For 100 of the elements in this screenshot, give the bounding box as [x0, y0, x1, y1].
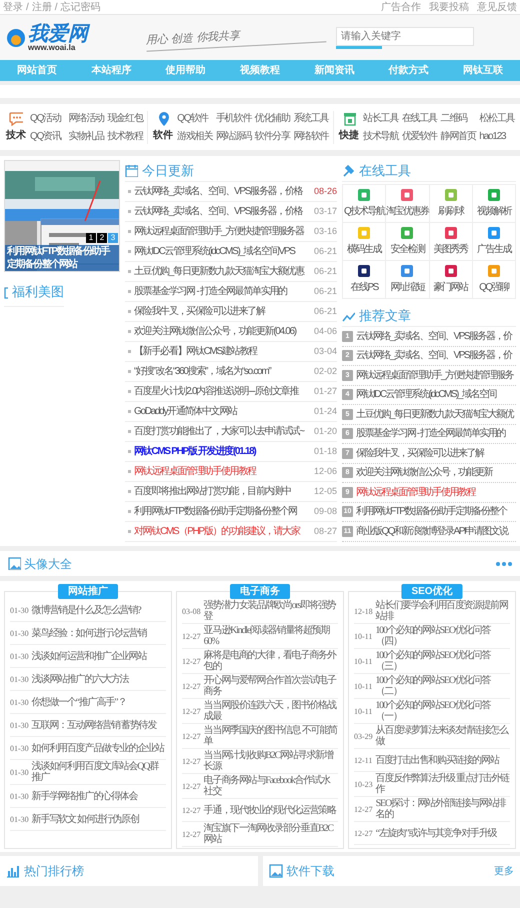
- category-link[interactable]: 优化辅助: [254, 110, 290, 126]
- article-link[interactable]: 网钛IDC云管理系统(idcCMS)_域名空间: [356, 387, 496, 402]
- search-field[interactable]: 请输入关键字: [336, 26, 474, 46]
- news-link[interactable]: 百度星火计划2.0内容推送说明---原创文章推: [134, 384, 312, 399]
- article-link[interactable]: 麻将是电商的大律，看电子商务外包的: [204, 650, 338, 672]
- article-link[interactable]: 100个必知的网站SEO优化问答（二）: [375, 675, 510, 697]
- article-link[interactable]: 百度反作弊算法升级 重点打击外链作: [376, 773, 510, 795]
- article-link[interactable]: 强势潜力女装品牌欧尚ors即将强势登: [204, 600, 338, 622]
- article-link[interactable]: 欢迎关注网钛微信公众号，功能更新: [356, 465, 492, 480]
- article-link[interactable]: 土豆优购_每日更新数九款天猫淘宝大额优: [356, 406, 514, 422]
- article-link[interactable]: 网钛远程桌面管理助手_方便快捷管理服务: [356, 368, 514, 383]
- news-link[interactable]: 保险我牛叉，买保险可以进来了解: [134, 304, 312, 319]
- article-link[interactable]: 亚马逊Kindle阅读器销量将超预期60%: [204, 625, 338, 647]
- news-link[interactable]: 百度即将推出网站打赏功能，目前内测中: [134, 484, 312, 499]
- article-link[interactable]: 你想做一个“推广高手”？: [32, 696, 126, 708]
- article-link[interactable]: 保险我牛叉，买保险可以进来了解: [356, 446, 484, 461]
- article-link[interactable]: 从百度绿萝算法来谈友情链接怎么做: [376, 725, 510, 747]
- slide-page-button[interactable]: 2: [97, 233, 107, 243]
- tool-tile[interactable]: 在线PS: [343, 261, 386, 299]
- tool-tile[interactable]: 淘宝优惠券: [386, 185, 430, 223]
- article-link[interactable]: “左旋肉”或许与其竞争对手升级: [376, 828, 497, 838]
- news-link[interactable]: 网钛远程桌面管理助手使用教程: [134, 464, 312, 479]
- category-link[interactable]: 优爱软件: [402, 128, 437, 144]
- tool-tile[interactable]: 广告生成: [472, 223, 516, 261]
- article-link[interactable]: 微博营销是什么及怎么营销?: [32, 604, 141, 616]
- category-link[interactable]: 网络活动: [68, 110, 104, 126]
- category-link[interactable]: 游戏相关: [177, 128, 212, 144]
- article-link[interactable]: 云钛网络_卖域名、空间、VPS服务器，价: [356, 348, 512, 364]
- article-link[interactable]: 商业版QQ和新浪微博登录API申请图文说: [356, 524, 508, 539]
- article-link[interactable]: 手通，现代牧业的现代化运营策略: [204, 804, 336, 816]
- article-link[interactable]: 新手学网络推广的心得体会: [32, 790, 138, 802]
- news-link[interactable]: 云钛网络_卖域名、空间、VPS服务器，价格: [134, 204, 312, 219]
- article-link[interactable]: 利用网钛FTP数据备份助手定期备份整个: [356, 504, 506, 520]
- category-link[interactable]: 网站源码: [216, 128, 251, 144]
- article-link[interactable]: 淘宝旗下一淘网收录部分垂直B2C网站: [204, 823, 338, 845]
- category-link[interactable]: hao123: [479, 128, 514, 144]
- category-link[interactable]: 系统工具: [293, 110, 328, 126]
- article-link[interactable]: 新手写软文 如何进行伪原创: [32, 814, 139, 824]
- news-link[interactable]: GoDaddy开通简体中文网站: [134, 404, 312, 419]
- article-link[interactable]: 100个必知的网站SEO优化问答（三）: [375, 650, 510, 672]
- article-link[interactable]: 当当网股价连跌六天，图书价格战成最: [204, 700, 338, 722]
- tool-tile[interactable]: 美图秀秀: [430, 223, 473, 261]
- article-link[interactable]: 站长们要学会利用百度资源提前网站排: [376, 600, 510, 622]
- category-link[interactable]: 二维码: [440, 110, 476, 126]
- category-link[interactable]: 现金红包: [107, 110, 142, 126]
- category-link[interactable]: 松松工具: [479, 110, 514, 126]
- article-link[interactable]: SEO探讨：网站外部链接与网站排名的: [376, 798, 510, 820]
- article-link[interactable]: 100个必知的网站SEO优化问答（一）: [375, 700, 510, 722]
- article-link[interactable]: 如何利用百度产品做专业的企业站: [32, 742, 164, 754]
- category-link[interactable]: QQ活动: [30, 110, 65, 126]
- article-link[interactable]: 菜鸟经验：如何进行论坛营销: [32, 628, 146, 638]
- news-link[interactable]: 利用网钛FTP数据备份助手定期备份整个网: [134, 504, 312, 519]
- category-link[interactable]: 实物礼品: [68, 128, 104, 144]
- tool-tile[interactable]: 豪门网站: [430, 261, 473, 299]
- tool-tile[interactable]: QQ强聊: [472, 261, 516, 299]
- article-link[interactable]: 百度打击出售和购买链接的网站: [375, 754, 499, 766]
- tool-tile[interactable]: 网址缩短: [386, 261, 430, 299]
- tool-tile[interactable]: 安全检测: [386, 223, 430, 261]
- news-link[interactable]: 网钛IDC云管理系统(idcCMS)_域名空间VPS: [134, 244, 312, 259]
- article-link[interactable]: 浅谈如何利用百度文库站会QQ群推广: [32, 761, 166, 783]
- news-link[interactable]: 欢迎关注网钛微信公众号，功能更新(04.06): [134, 324, 312, 339]
- news-link[interactable]: 【新手必看】网钛CMS建站教程: [134, 344, 312, 359]
- article-link[interactable]: 浅谈网站推广的六大方法: [32, 674, 128, 684]
- article-link[interactable]: 网钛远程桌面管理助手使用教程: [356, 484, 475, 500]
- news-link[interactable]: “好搜”改名“360搜索”，域名为“so.com”: [134, 364, 312, 379]
- category-link[interactable]: 静网首页: [440, 128, 476, 144]
- article-link[interactable]: 云钛网络_卖域名、空间、VPS服务器，价: [356, 328, 512, 344]
- section-title: 今日更新: [142, 162, 194, 180]
- article-link[interactable]: 当当网计划收购B2C网站寻求新增长源: [204, 750, 338, 772]
- news-date: 06-21: [314, 304, 337, 318]
- tool-tile[interactable]: Q技术导航: [343, 185, 386, 223]
- category-link[interactable]: 在线工具: [402, 110, 437, 126]
- news-link[interactable]: 网钛CMS PHP版 开发进度(01.18): [134, 444, 312, 459]
- category-link[interactable]: 站长工具: [363, 110, 398, 126]
- tool-tile[interactable]: 横码生成: [343, 223, 386, 261]
- article-date: 10-11: [354, 706, 372, 716]
- category-link[interactable]: QQ软件: [177, 110, 212, 126]
- category-link[interactable]: 技术导航: [363, 128, 398, 144]
- article-link[interactable]: 100个必知的网站SEO优化问答（四）: [375, 625, 510, 647]
- category-link[interactable]: 技术教程: [107, 128, 142, 144]
- news-link[interactable]: 土豆优购_每日更新数九款天猫淘宝大额优惠: [134, 264, 312, 279]
- article-link[interactable]: 股票基金学习网 - 打造全网最简单实用的: [356, 426, 505, 442]
- category-link[interactable]: QQ资讯: [30, 128, 65, 144]
- article-link[interactable]: 开心网与爱帮网合作首次尝试电子商务: [204, 675, 338, 697]
- category-link[interactable]: 手机软件: [216, 110, 251, 126]
- category-link[interactable]: 网络软件: [293, 128, 328, 144]
- category-link[interactable]: 软件分享: [254, 128, 290, 144]
- news-link[interactable]: 股票基金学习网 - 打造全网最简单实用的: [134, 284, 312, 299]
- news-link[interactable]: 对网钛CMS（PHP版）的功能建议，请大家: [134, 524, 312, 539]
- news-link[interactable]: 网钛远程桌面管理助手_方便快捷管理服务器: [134, 224, 312, 239]
- tool-tile[interactable]: 刷刷球: [430, 185, 473, 223]
- article-date: 12-27: [182, 756, 201, 766]
- article-link[interactable]: 浅谈如何运营和推广企业网站: [32, 650, 146, 662]
- tool-tile[interactable]: 视频解析: [472, 185, 516, 223]
- news-link[interactable]: 云钛网络_卖域名、空间、VPS服务器，价格: [134, 184, 312, 199]
- news-link[interactable]: 百度打赏功能推出了，大家可以去申请试试~: [134, 424, 312, 439]
- article-link[interactable]: 互联网：互动网络营销 蓄势待发: [32, 720, 156, 730]
- article-link[interactable]: 电子商务网站与Facebook合作试水社交: [204, 775, 338, 797]
- article-link[interactable]: 当当网季国庆的图书信息 不可能简单: [204, 725, 338, 747]
- slide-page-button[interactable]: 1: [86, 233, 96, 243]
